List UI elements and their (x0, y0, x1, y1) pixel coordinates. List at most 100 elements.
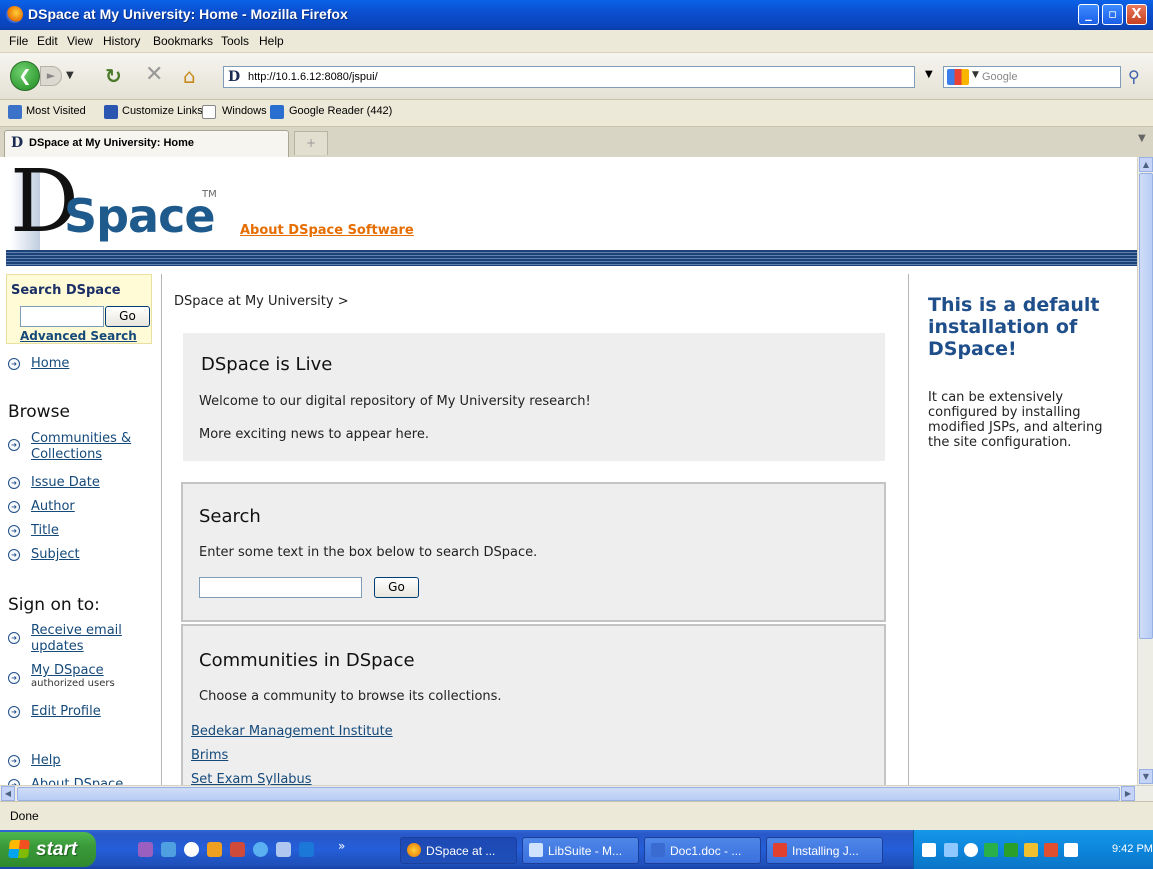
search-engine-box[interactable]: ▼ Google (943, 66, 1121, 88)
url-dropdown-icon[interactable]: ▼ (925, 69, 933, 80)
reload-icon[interactable]: ↻ (105, 64, 122, 88)
breadcrumb[interactable]: DSpace at My University > (174, 294, 349, 309)
taskbar-clock[interactable]: 9:42 PM (1112, 843, 1153, 855)
menu-view[interactable]: View (67, 34, 93, 48)
vertical-scroll-thumb[interactable] (1139, 173, 1153, 639)
sidebar-item-my-dspace[interactable]: My DSpace (31, 663, 104, 679)
search-input[interactable] (199, 577, 362, 598)
firefox-icon (407, 843, 421, 857)
about-dspace-software-link[interactable]: About DSpace Software (240, 223, 414, 238)
back-button[interactable]: ❮ (10, 61, 40, 91)
sidebar-item-title[interactable]: Title (31, 523, 59, 539)
engine-dropdown-icon[interactable]: ▼ (972, 70, 979, 80)
horizontal-scroll-thumb[interactable] (17, 787, 1120, 801)
menu-edit[interactable]: Edit (37, 34, 58, 48)
quicklaunch-overflow-icon[interactable]: » (338, 839, 345, 853)
menu-file[interactable]: File (9, 34, 28, 48)
windows-flag-icon (8, 840, 30, 858)
history-dropdown-icon[interactable]: ▼ (66, 70, 74, 81)
scroll-right-icon[interactable]: ▶ (1121, 786, 1135, 801)
minimize-button[interactable]: _ (1078, 4, 1099, 25)
list-all-tabs-icon[interactable]: ▼ (1138, 133, 1146, 144)
menu-help[interactable]: Help (259, 34, 284, 48)
forward-button[interactable]: ► (40, 66, 62, 86)
bookmark-customize-links[interactable]: Customize Links (122, 105, 203, 117)
horizontal-scrollbar[interactable]: ◀ ▶ (0, 785, 1153, 801)
scroll-left-icon[interactable]: ◀ (1, 786, 15, 801)
authorized-users-note: authorized users (31, 678, 115, 689)
scroll-up-icon[interactable]: ▲ (1139, 157, 1153, 172)
vertical-scrollbar[interactable]: ▲ ▼ (1137, 157, 1153, 785)
quicklaunch-app-icon[interactable] (138, 842, 153, 857)
taskbar-item-label: Doc1.doc - ... (670, 844, 742, 858)
new-tab-button[interactable]: + (294, 131, 328, 155)
tab-dspace-home[interactable]: D DSpace at My University: Home (4, 130, 289, 157)
search-go-button[interactable]: Go (374, 577, 419, 598)
quicklaunch-app-icon[interactable] (161, 842, 176, 857)
search-icon[interactable]: ⚲ (1128, 67, 1140, 86)
bookmark-windows[interactable]: Windows (222, 105, 267, 117)
community-link[interactable]: Set Exam Syllabus (191, 772, 312, 785)
taskbar-item-dspace[interactable]: DSpace at ... (400, 837, 517, 864)
search-panel: Search Enter some text in the box below … (181, 482, 886, 622)
scroll-down-icon[interactable]: ▼ (1139, 769, 1153, 784)
taskbar-item-libsuite[interactable]: LibSuite - M... (522, 837, 639, 864)
search-panel-title: Search (199, 506, 261, 527)
taskbar-item-doc1[interactable]: Doc1.doc - ... (644, 837, 761, 864)
sidebar-item-home[interactable]: Home (31, 356, 69, 372)
sidebar-item-about-dspace[interactable]: About DSpace (31, 777, 123, 785)
search-panel-description: Enter some text in the box below to sear… (199, 545, 538, 560)
quicklaunch-app-icon[interactable] (276, 842, 291, 857)
tab-bar: D DSpace at My University: Home + ▼ (0, 127, 1153, 158)
close-button[interactable]: X (1126, 4, 1147, 25)
maximize-button[interactable]: ▫ (1102, 4, 1123, 25)
arrow-icon: ➜ (8, 755, 20, 767)
address-url[interactable]: http://10.1.6.12:8080/jspui/ (248, 71, 378, 83)
tray-app-icon[interactable] (984, 843, 998, 857)
quicklaunch-app-icon[interactable] (299, 842, 314, 857)
tray-expand-icon[interactable] (964, 843, 978, 857)
menu-history[interactable]: History (103, 34, 140, 48)
sidebar-item-subject[interactable]: Subject (31, 547, 80, 563)
go-label: Go (388, 580, 405, 594)
firefox-icon (6, 6, 23, 23)
sidebar-item-issue-date[interactable]: Issue Date (31, 475, 100, 491)
tray-app-icon[interactable] (1044, 843, 1058, 857)
tray-help-icon[interactable] (922, 843, 936, 857)
sidebar-search-input[interactable] (20, 306, 104, 327)
community-link[interactable]: Brims (191, 748, 228, 763)
quicklaunch-app-icon[interactable] (253, 842, 268, 857)
taskbar-item-installing[interactable]: Installing J... (766, 837, 883, 864)
search-placeholder[interactable]: Google (982, 71, 1017, 83)
tray-volume-icon[interactable] (1064, 843, 1078, 857)
bookmark-google-reader[interactable]: Google Reader (442) (289, 105, 392, 117)
address-bar[interactable]: D http://10.1.6.12:8080/jspui/ ☆ (223, 66, 1105, 88)
tray-app-icon[interactable] (1004, 843, 1018, 857)
window-title-bar[interactable]: DSpace at My University: Home - Mozilla … (0, 0, 1153, 30)
menu-bookmarks[interactable]: Bookmarks (153, 34, 213, 48)
advanced-search-link[interactable]: Advanced Search (20, 329, 137, 343)
bookmark-most-visited[interactable]: Most Visited (26, 105, 86, 117)
sidebar-item-receive-email[interactable]: Receive email updates (31, 623, 141, 655)
tray-app-icon[interactable] (1024, 843, 1038, 857)
start-button[interactable]: start (0, 832, 96, 867)
sidebar-item-help[interactable]: Help (31, 753, 61, 769)
communities-panel: Communities in DSpace Choose a community… (181, 624, 886, 785)
quicklaunch-clock-icon[interactable] (184, 842, 199, 857)
sidebar-item-author[interactable]: Author (31, 499, 75, 515)
google-icon[interactable] (947, 69, 969, 85)
quicklaunch-app-icon[interactable] (207, 842, 222, 857)
default-install-text: It can be extensively configured by inst… (928, 390, 1103, 450)
sidebar-item-edit-profile[interactable]: Edit Profile (31, 704, 101, 720)
home-icon[interactable]: ⌂ (183, 64, 196, 88)
sidebar-go-button[interactable]: Go (105, 306, 150, 327)
quicklaunch-app-icon[interactable] (230, 842, 245, 857)
community-link[interactable]: Bedekar Management Institute (191, 724, 393, 739)
system-tray: 9:42 PM (913, 830, 1153, 869)
menu-tools[interactable]: Tools (221, 34, 249, 48)
customize-links-icon (104, 105, 118, 119)
sidebar-item-communities[interactable]: Communities & Collections (31, 431, 141, 463)
tray-network-icon[interactable] (944, 843, 958, 857)
tab-favicon: D (11, 135, 24, 151)
stop-icon[interactable]: ✕ (145, 62, 163, 87)
